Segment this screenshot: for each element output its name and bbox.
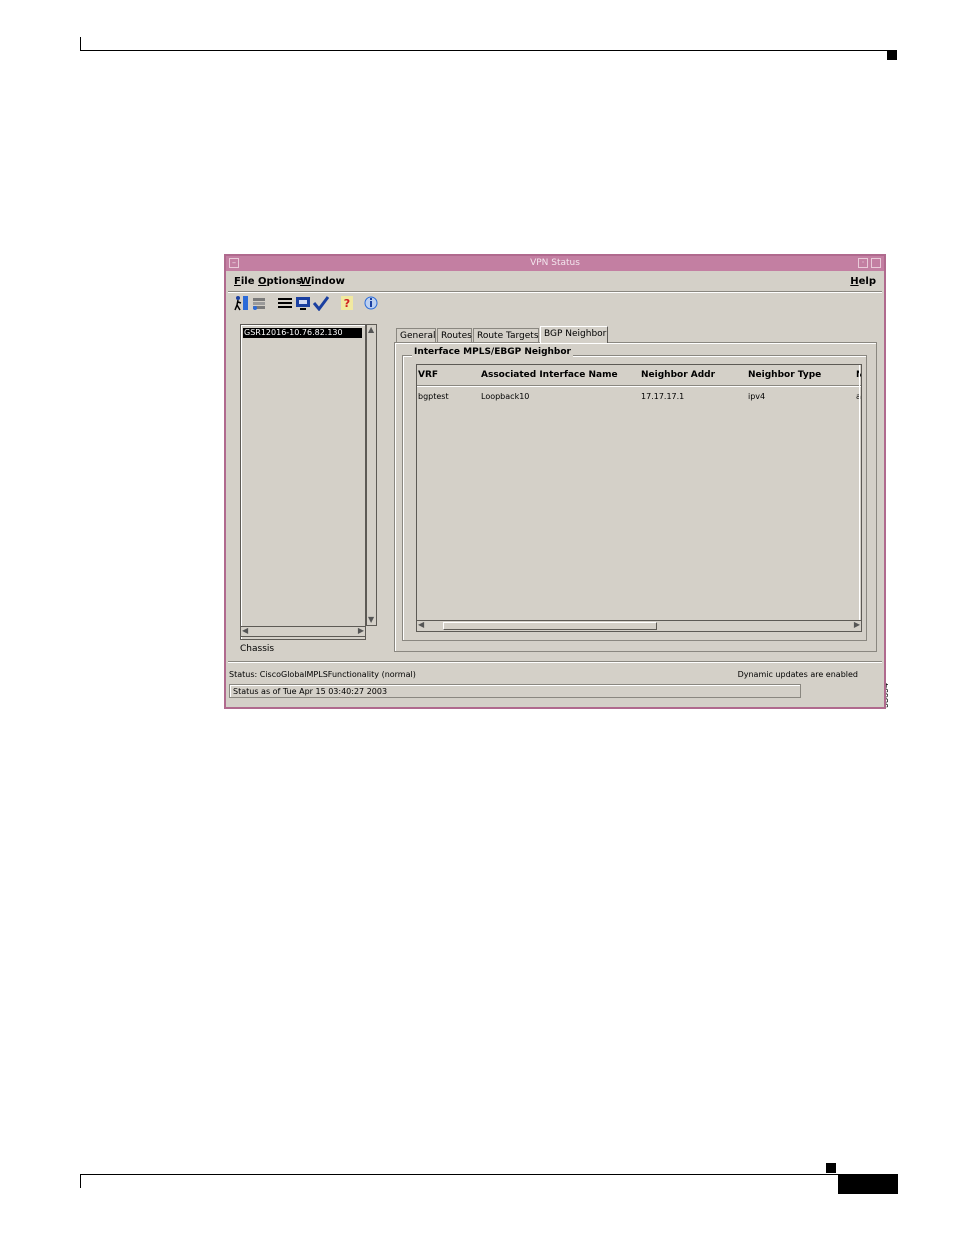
column-header-interface[interactable]: Associated Interface Name — [481, 370, 618, 380]
menu-options-mnemonic: O — [258, 276, 267, 287]
window-menu-icon: – — [232, 258, 236, 267]
menu-separator — [228, 291, 882, 293]
menu-window-mnemonic: W — [300, 276, 312, 287]
chassis-tree[interactable]: GSR12016-10.76.82.130 — [240, 324, 366, 640]
neighbor-table: VRF Associated Interface Name Neighbor A… — [416, 364, 862, 632]
menu-help-label: elp — [858, 276, 876, 287]
header-marker — [887, 50, 897, 60]
status-timestamp: Status as of Tue Apr 15 03:40:27 2003 — [229, 684, 801, 698]
menu-file-mnemonic: F — [234, 276, 241, 287]
minimize-icon: · — [861, 258, 865, 267]
menu-file-label: ile — [240, 276, 255, 287]
table-cell[interactable]: ipv4 — [748, 392, 765, 401]
scroll-right-icon[interactable]: ▶ — [358, 627, 364, 635]
title-bar[interactable]: – VPN Status · — [226, 256, 884, 271]
header-rule — [80, 50, 897, 51]
footer-rule — [80, 1174, 897, 1175]
status-functionality: Status: CiscoGlobalMPLSFunctionality (no… — [229, 670, 416, 679]
footer-page-tab — [838, 1174, 898, 1194]
window-menu-button[interactable]: – — [229, 258, 239, 268]
footer-marker — [826, 1163, 836, 1173]
monitor-icon[interactable] — [294, 294, 311, 311]
column-header-vrf[interactable]: VRF — [418, 370, 438, 380]
menu-options[interactable]: Options — [258, 276, 302, 287]
scroll-thumb[interactable] — [443, 622, 657, 630]
header-divider — [417, 385, 861, 387]
scroll-up-icon[interactable]: ▲ — [368, 326, 374, 334]
menu-help[interactable]: Help — [850, 276, 876, 287]
table-cell[interactable]: Loopback10 — [481, 392, 529, 401]
menu-options-label: ptions — [266, 276, 302, 287]
info-icon[interactable] — [362, 294, 379, 311]
list-icon[interactable] — [276, 294, 293, 311]
table-cell[interactable]: bgptest — [418, 392, 449, 401]
header-tick — [80, 37, 81, 51]
tab-general[interactable]: General — [396, 328, 436, 342]
tab-bgp-neighbor[interactable]: BGP Neighbor — [540, 326, 608, 343]
menu-window[interactable]: Window — [300, 276, 345, 287]
tab-routes[interactable]: Routes — [437, 328, 472, 342]
svg-text:?: ? — [343, 297, 349, 310]
vpn-status-window: – VPN Status · File Options Window Help … — [224, 254, 886, 709]
scroll-right-icon[interactable]: ▶ — [854, 621, 860, 629]
run-icon[interactable] — [232, 294, 249, 311]
menu-help-mnemonic: H — [850, 276, 859, 287]
tree-horizontal-scrollbar[interactable]: ◀ ▶ — [240, 626, 366, 637]
tree-vertical-scrollbar[interactable]: ▲ ▼ — [366, 324, 377, 626]
tree-item-selected[interactable]: GSR12016-10.76.82.130 — [243, 328, 362, 338]
menu-bar: File Options Window Help — [226, 273, 884, 291]
status-updates: Dynamic updates are enabled — [737, 670, 858, 679]
minimize-button[interactable]: · — [858, 258, 868, 268]
window-title: VPN Status — [530, 258, 580, 268]
status-separator — [228, 661, 882, 663]
footer-tick — [80, 1174, 81, 1188]
stack-icon[interactable] — [250, 294, 267, 311]
table-edge — [859, 365, 860, 631]
scroll-down-icon[interactable]: ▼ — [368, 616, 374, 624]
help-icon[interactable]: ? — [338, 294, 355, 311]
scroll-left-icon[interactable]: ◀ — [418, 621, 424, 629]
menu-file[interactable]: File — [234, 276, 254, 287]
maximize-button[interactable] — [871, 258, 881, 268]
column-header-neighbor-type[interactable]: Neighbor Type — [748, 370, 821, 380]
group-title: Interface MPLS/EBGP Neighbor — [412, 347, 573, 357]
scroll-left-icon[interactable]: ◀ — [242, 627, 248, 635]
table-cell[interactable]: 17.17.17.1 — [641, 392, 684, 401]
tab-route-targets[interactable]: Route Targets — [473, 328, 539, 342]
check-icon[interactable] — [312, 294, 329, 311]
column-header-neighbor-addr[interactable]: Neighbor Addr — [641, 370, 715, 380]
status-bar: Status: CiscoGlobalMPLSFunctionality (no… — [226, 666, 884, 684]
table-horizontal-scrollbar[interactable]: ◀ ▶ — [417, 620, 861, 631]
menu-window-label: indow — [311, 276, 345, 287]
tree-label: Chassis — [240, 644, 275, 654]
